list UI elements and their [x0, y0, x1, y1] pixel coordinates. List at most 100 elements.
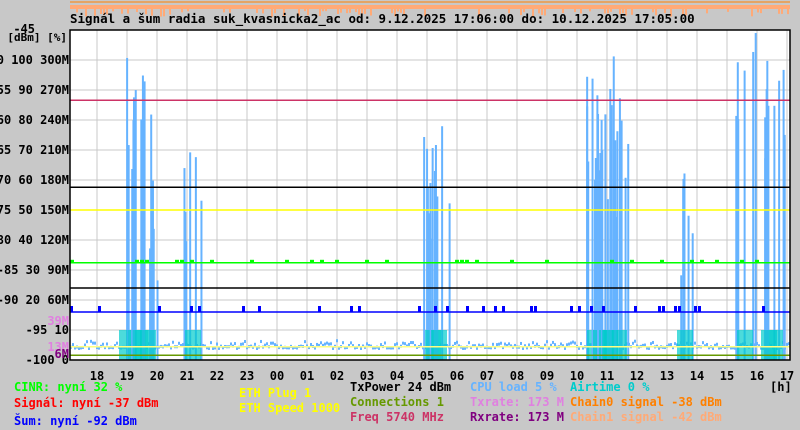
noise-mark — [694, 306, 697, 312]
x-tick-label: 16 — [750, 369, 764, 383]
cinr-mark — [140, 259, 144, 263]
cinr-mark — [210, 259, 214, 263]
noise-mark — [530, 306, 533, 312]
cpu-load-spike — [614, 140, 617, 360]
cpu-load-mark — [572, 340, 574, 344]
cpu-load-mark — [632, 341, 634, 345]
cpu-load-mark — [330, 342, 332, 346]
cpu-load-mark — [336, 339, 338, 343]
cpu-load-mark — [172, 340, 174, 344]
cpu-load-mark — [366, 342, 368, 346]
legend-signal: Signál: nyní -37 dBm — [14, 396, 159, 410]
legend-freq: Freq 5740 MHz — [350, 410, 444, 424]
cpu-load-spike — [426, 148, 429, 360]
cinr-mark — [475, 259, 479, 263]
cpu-load-mark — [86, 340, 88, 344]
cpu-load-mark — [554, 343, 556, 347]
noise-mark — [602, 306, 605, 312]
cinr-mark — [755, 259, 759, 263]
noise-mark — [662, 306, 665, 312]
x-tick-label: 21 — [180, 369, 194, 383]
cpu-load-mark — [230, 342, 232, 346]
y-tick-label: -60 80 240M — [0, 113, 69, 127]
cpu-load-spike — [127, 145, 130, 360]
cpu-load-spike — [448, 203, 451, 360]
cinr-mark — [310, 259, 314, 263]
cpu-load-mark — [396, 342, 398, 346]
cpu-load-spike — [132, 146, 135, 360]
cpu-load-mark — [106, 342, 108, 346]
x-axis-unit: [h] — [770, 380, 792, 394]
cpu-load-mark — [498, 342, 500, 346]
cpu-load-spike — [773, 105, 776, 360]
cpu-load-spike — [736, 62, 739, 361]
cpu-load-mark — [568, 342, 570, 346]
cpu-load-mark — [456, 340, 458, 344]
noise-mark — [466, 306, 469, 312]
cpu-load-spike — [431, 148, 434, 360]
y-tick-label: -90 20 60M — [0, 293, 69, 307]
cpu-load-spike — [189, 152, 192, 360]
cinr-mark — [460, 259, 464, 263]
cpu-load-mark — [634, 339, 636, 343]
noise-mark — [674, 306, 677, 312]
cpu-load-mark — [468, 341, 470, 345]
noise-mark — [502, 306, 505, 312]
y-axis-label: [dBm] [%] — [7, 31, 67, 44]
cpu-load-spike — [423, 137, 426, 360]
cpu-load-spike — [156, 280, 159, 360]
x-tick-label: 02 — [330, 369, 344, 383]
cpu-load-mark — [412, 341, 414, 345]
cpu-load-spike — [782, 69, 785, 360]
cpu-load-mark — [500, 341, 502, 345]
cpu-load-mark — [454, 341, 456, 345]
noise-mark — [418, 306, 421, 312]
cpu-load-mark — [242, 342, 244, 346]
x-tick-label: 15 — [720, 369, 734, 383]
cinr-mark — [660, 259, 664, 263]
noise-mark — [634, 306, 637, 312]
cpu-load-mark — [706, 342, 708, 346]
y-tick-label: -50 100 300M — [0, 53, 69, 67]
cinr-mark — [250, 259, 254, 263]
cpu-load-spike — [743, 70, 746, 360]
cpu-load-mark — [328, 342, 330, 346]
cinr-mark — [545, 259, 549, 263]
cpu-load-spike — [597, 113, 600, 360]
cinr-mark — [630, 259, 634, 263]
noise-mark — [482, 306, 485, 312]
cpu-load-mark — [384, 341, 386, 345]
cinr-mark — [610, 259, 614, 263]
noise-mark — [678, 306, 681, 312]
legend-noise: Šum: nyní -92 dBm — [14, 414, 137, 428]
y-tick-label: -85 30 90M — [0, 263, 69, 277]
cpu-load-mark — [350, 341, 352, 345]
cinr-mark — [190, 259, 194, 263]
cpu-load-mark — [650, 342, 652, 346]
cpu-load-mark — [320, 341, 322, 345]
cpu-load-mark — [566, 343, 568, 347]
cpu-load-mark — [504, 342, 506, 346]
legend-eth-plug: ETH Plug 1 — [239, 386, 312, 400]
cpu-load-spike — [616, 131, 619, 360]
cpu-load-mark — [72, 343, 74, 347]
cpu-load-mark — [570, 341, 572, 345]
cinr-mark — [180, 259, 184, 263]
noise-mark — [190, 306, 193, 312]
cinr-mark — [385, 259, 389, 263]
cpu-load-mark — [274, 343, 276, 347]
y-tick-label: -80 40 120M — [0, 233, 69, 247]
cpu-load-mark — [420, 342, 422, 346]
noise-mark — [358, 306, 361, 312]
cinr-mark — [510, 259, 514, 263]
cinr-mark — [175, 259, 179, 263]
cinr-mark — [335, 259, 339, 263]
chart-window: Signál a šum radia suk_kvasnicka2_ac od:… — [0, 0, 800, 430]
cinr-mark — [700, 259, 704, 263]
noise-mark — [350, 306, 353, 312]
cpu-load-spike — [594, 157, 597, 360]
cpu-load-spike — [765, 89, 768, 361]
cpu-load-mark — [552, 340, 554, 344]
noise-mark — [698, 306, 701, 312]
noise-mark — [570, 306, 573, 312]
